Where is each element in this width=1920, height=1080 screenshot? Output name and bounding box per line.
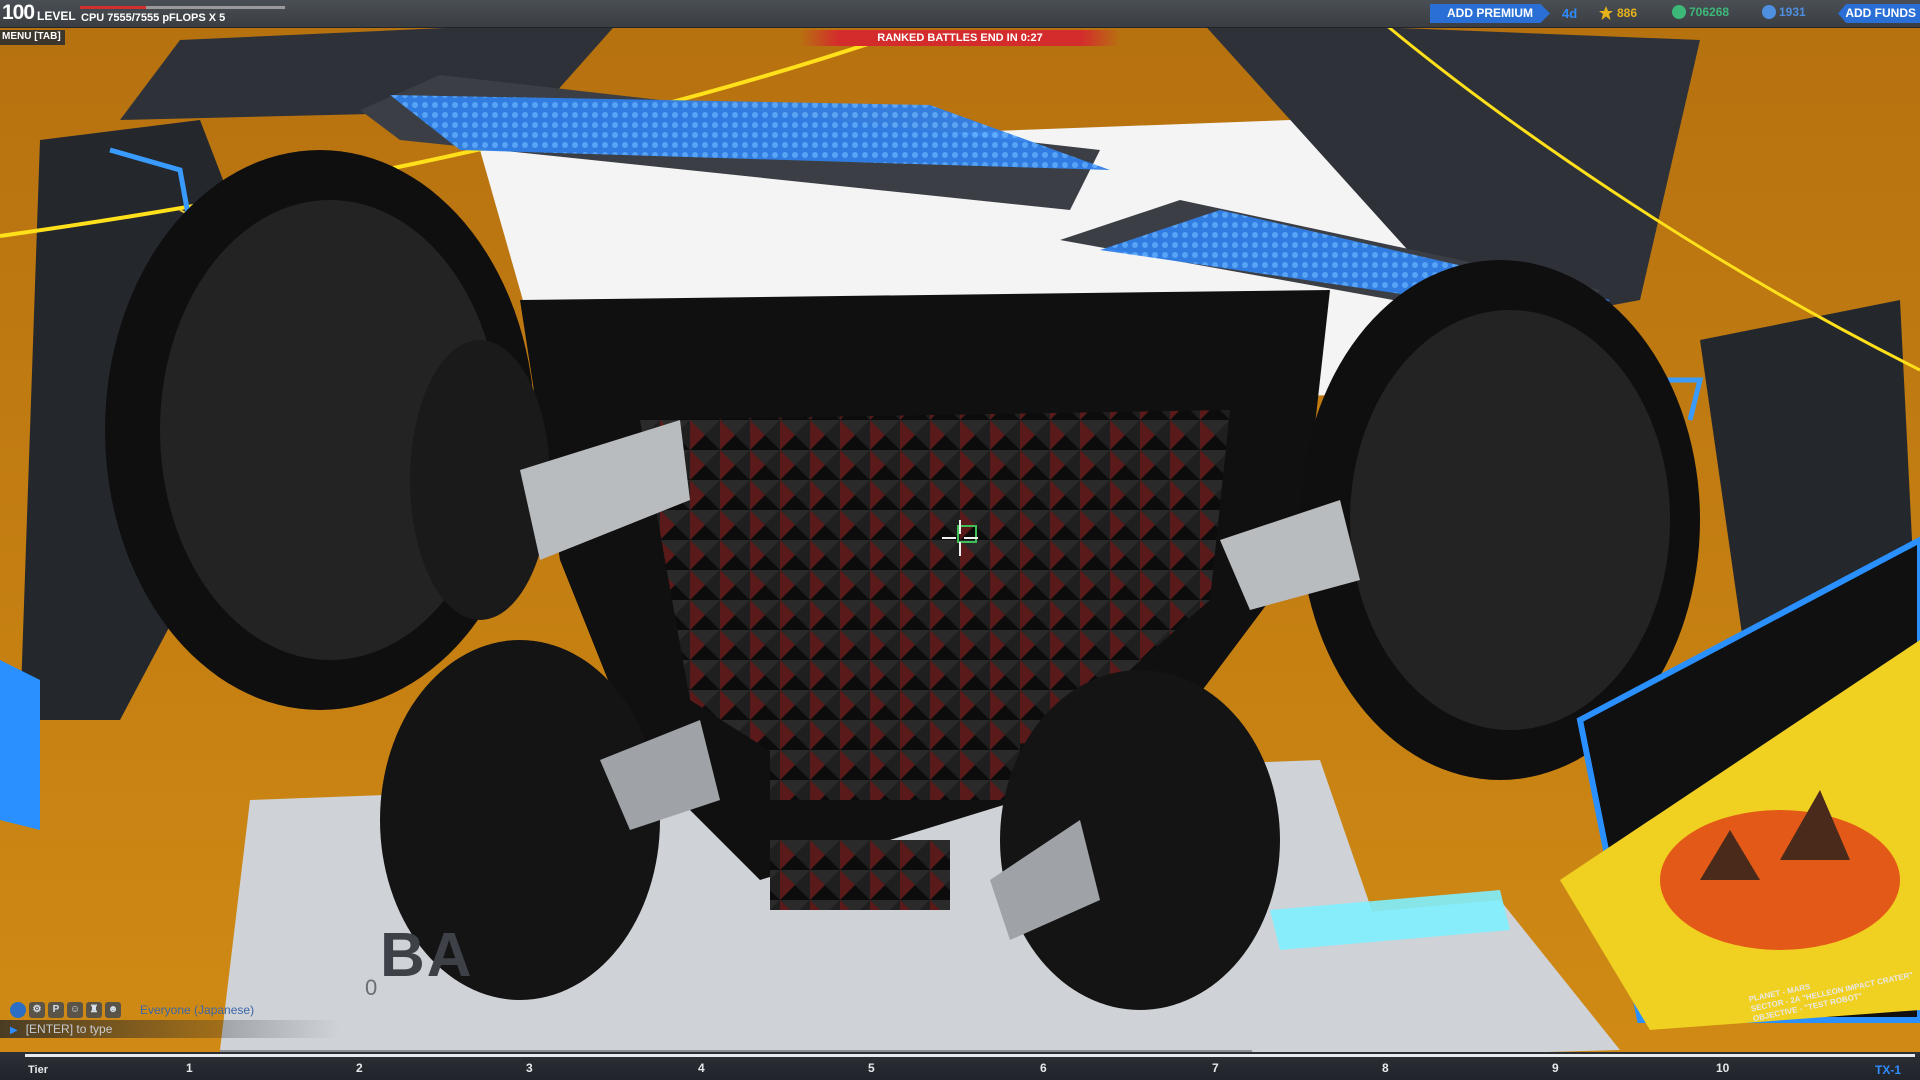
robits-stat[interactable]: 706268 bbox=[1672, 5, 1729, 19]
floor-painted-text: BA bbox=[380, 921, 474, 990]
tech-points-value: 886 bbox=[1617, 6, 1638, 20]
tech-points-stat[interactable]: 886 bbox=[1598, 5, 1637, 21]
player-level-number: 100 bbox=[2, 1, 35, 24]
party-icon[interactable]: P bbox=[48, 1002, 64, 1018]
chat-arrow-icon: ▶ bbox=[10, 1025, 18, 1036]
cosmetic-credits-stat[interactable]: 1931 bbox=[1762, 5, 1806, 19]
tier-mark-4: 4 bbox=[698, 1061, 705, 1075]
cosmetic-credits-icon bbox=[1762, 5, 1776, 19]
tier-progress-line bbox=[25, 1054, 1915, 1057]
add-funds-button[interactable]: ADD FUNDS bbox=[1838, 4, 1920, 23]
robits-icon bbox=[1672, 5, 1686, 19]
robits-value: 706268 bbox=[1689, 5, 1730, 19]
tech-points-icon bbox=[1599, 6, 1613, 20]
tier-label: Tier bbox=[28, 1064, 48, 1076]
user-icon[interactable]: ☻ bbox=[105, 1002, 121, 1018]
crosshair-icon bbox=[942, 520, 978, 556]
tier-mark-10: 10 bbox=[1716, 1061, 1730, 1075]
chat-input[interactable]: ▶ [ENTER] to type bbox=[0, 1020, 340, 1038]
tier-mark-8: 8 bbox=[1382, 1061, 1389, 1075]
tier-mark-2: 2 bbox=[356, 1061, 363, 1075]
cosmetic-credits-value: 1931 bbox=[1779, 5, 1806, 19]
cpu-readout: CPU 7555/7555 pFLOPS X 5 bbox=[81, 12, 226, 24]
gear-icon[interactable]: ⚙ bbox=[29, 1002, 45, 1018]
top-hud-bar: 100 LEVEL CPU 7555/7555 pFLOPS X 5 ADD P… bbox=[0, 0, 1920, 28]
tier-mark-3: 3 bbox=[526, 1061, 533, 1075]
menu-tab-button[interactable]: MENU [TAB] bbox=[0, 30, 65, 45]
clan-icon[interactable]: ♜ bbox=[86, 1002, 102, 1018]
tier-mark-9: 9 bbox=[1552, 1061, 1559, 1075]
current-tier-indicator: TX-1 bbox=[1875, 1063, 1902, 1077]
cpu-progress-fill bbox=[80, 6, 146, 9]
player-level-label: LEVEL bbox=[37, 9, 76, 23]
tier-mark-7: 7 bbox=[1212, 1061, 1219, 1075]
tier-mark-5: 5 bbox=[868, 1061, 875, 1075]
tier-mark-6: 6 bbox=[1040, 1061, 1047, 1075]
premium-days-remaining: 4d bbox=[1562, 6, 1578, 21]
add-premium-button[interactable]: ADD PREMIUM bbox=[1430, 4, 1550, 23]
friend-icon[interactable]: ☺ bbox=[67, 1002, 83, 1018]
floor-number: 0 bbox=[365, 975, 378, 1000]
tier-mark-1: 1 bbox=[186, 1061, 193, 1075]
tier-bar: Tier 1 2 3 4 5 6 7 8 9 10 TX-1 bbox=[0, 1052, 1920, 1080]
chat-channel-label[interactable]: Everyone (Japanese) bbox=[140, 1003, 254, 1017]
cpu-progress-bar bbox=[80, 6, 285, 9]
chat-input-placeholder: [ENTER] to type bbox=[25, 1022, 113, 1036]
ranked-battles-banner: RANKED BATTLES END IN 0:27 bbox=[800, 30, 1120, 46]
chat-channel-icons: ⚙ P ☺ ♜ ☻ bbox=[10, 1002, 121, 1018]
globe-icon[interactable] bbox=[10, 1002, 26, 1018]
